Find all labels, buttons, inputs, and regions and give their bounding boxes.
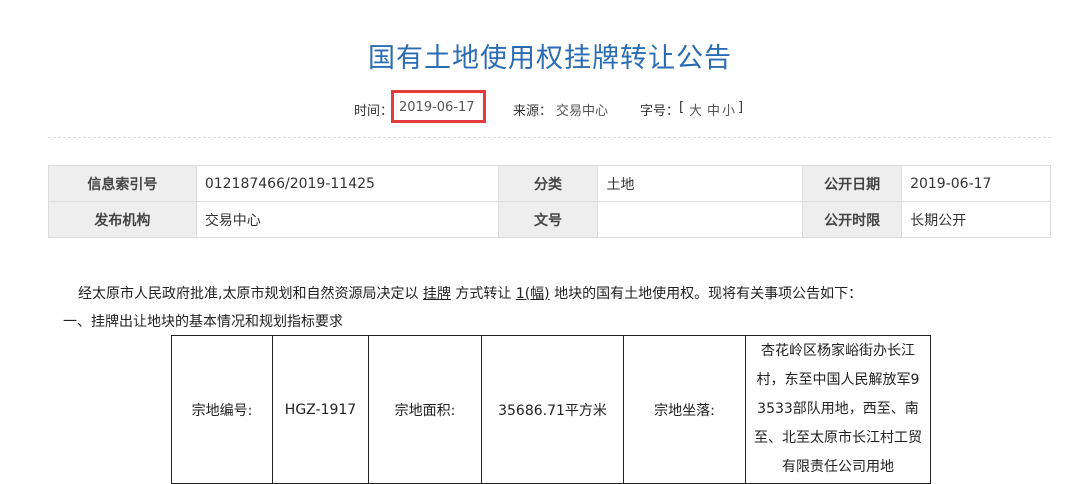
open-term-label: 公开时限 — [802, 201, 903, 238]
parcel-row: 宗地编号: HGZ-1917 宗地面积: 35686.71平方米 宗地坐落: 杏… — [171, 335, 931, 484]
divider — [48, 137, 1051, 138]
parcel-area-label: 宗地面积: — [368, 335, 482, 484]
parcel-table: 宗地编号: HGZ-1917 宗地面积: 35686.71平方米 宗地坐落: 杏… — [171, 335, 931, 484]
category-label: 分类 — [497, 165, 599, 202]
time-label: 时间： — [354, 104, 394, 119]
intro-text-1: 经太原市人民政府批准,太原市规划和自然资源局决定以 — [78, 286, 423, 302]
location-line: 杏花岭区杨家峪街办长江 — [761, 343, 915, 359]
article-meta: 时间： 2019-06-17 来源： 交易中心 字号： [ 大 中 小 ] — [0, 96, 1080, 120]
location-line: 有限责任公司用地 — [782, 459, 894, 475]
source-value: 交易中心 — [556, 104, 609, 119]
parcel-count: 1(幅) — [515, 286, 550, 302]
fontsize-label: 字号： — [640, 104, 680, 119]
info-row: 发布机构 交易中心 文号 公开时限 长期公开 — [48, 201, 1051, 238]
intro-text-3: 地块的国有土地使用权。现将有关事项公告如下： — [549, 286, 863, 302]
open-date-label: 公开日期 — [802, 165, 903, 202]
fontsize-close-bracket: ] — [738, 100, 744, 115]
parcel-no-label: 宗地编号: — [171, 335, 273, 484]
info-table: 信息索引号 012187466/2019-11425 分类 土地 公开日期 20… — [48, 165, 1051, 238]
location-line: 至、北至太原市长江村工贸 — [754, 430, 922, 446]
open-date-value: 2019-06-17 — [901, 165, 1051, 202]
page-title: 国有土地使用权挂牌转让公告 — [368, 43, 732, 74]
location-line: 3533部队用地，西至、南 — [757, 401, 919, 417]
fontsize-open-bracket: [ — [679, 100, 685, 115]
index-value: 012187466/2019-11425 — [195, 165, 499, 202]
location-line: 村，东至中国人民解放军9 — [756, 372, 920, 388]
category-value: 土地 — [597, 165, 804, 202]
fontsize-large-link[interactable]: 大 — [689, 100, 702, 119]
publisher-label: 发布机构 — [48, 201, 197, 238]
parcel-area-value: 35686.71平方米 — [481, 335, 624, 484]
doc-no-value — [597, 201, 804, 238]
transfer-method: 挂牌 — [422, 286, 451, 302]
intro-paragraph: 经太原市人民政府批准,太原市规划和自然资源局决定以 挂牌 方式转让 1(幅) 地… — [78, 283, 862, 303]
date-highlight-box — [391, 90, 486, 123]
fontsize-small-link[interactable]: 小 — [722, 100, 735, 119]
parcel-location-label: 宗地坐落: — [623, 335, 746, 484]
index-label: 信息索引号 — [48, 165, 197, 202]
section-heading-1: 一、挂牌出让地块的基本情况和规划指标要求 — [63, 314, 343, 330]
info-row: 信息索引号 012187466/2019-11425 分类 土地 公开日期 20… — [48, 165, 1051, 202]
fontsize-medium-link[interactable]: 中 — [707, 100, 720, 119]
source-label: 来源： — [513, 104, 553, 119]
parcel-location-value: 杏花岭区杨家峪街办长江 村，东至中国人民解放军9 3533部队用地，西至、南 至… — [745, 335, 931, 484]
open-term-value: 长期公开 — [901, 201, 1051, 238]
doc-no-label: 文号 — [497, 201, 599, 238]
parcel-no-value: HGZ-1917 — [272, 335, 369, 484]
publisher-value: 交易中心 — [195, 201, 499, 238]
intro-text-2: 方式转让 — [450, 286, 516, 302]
